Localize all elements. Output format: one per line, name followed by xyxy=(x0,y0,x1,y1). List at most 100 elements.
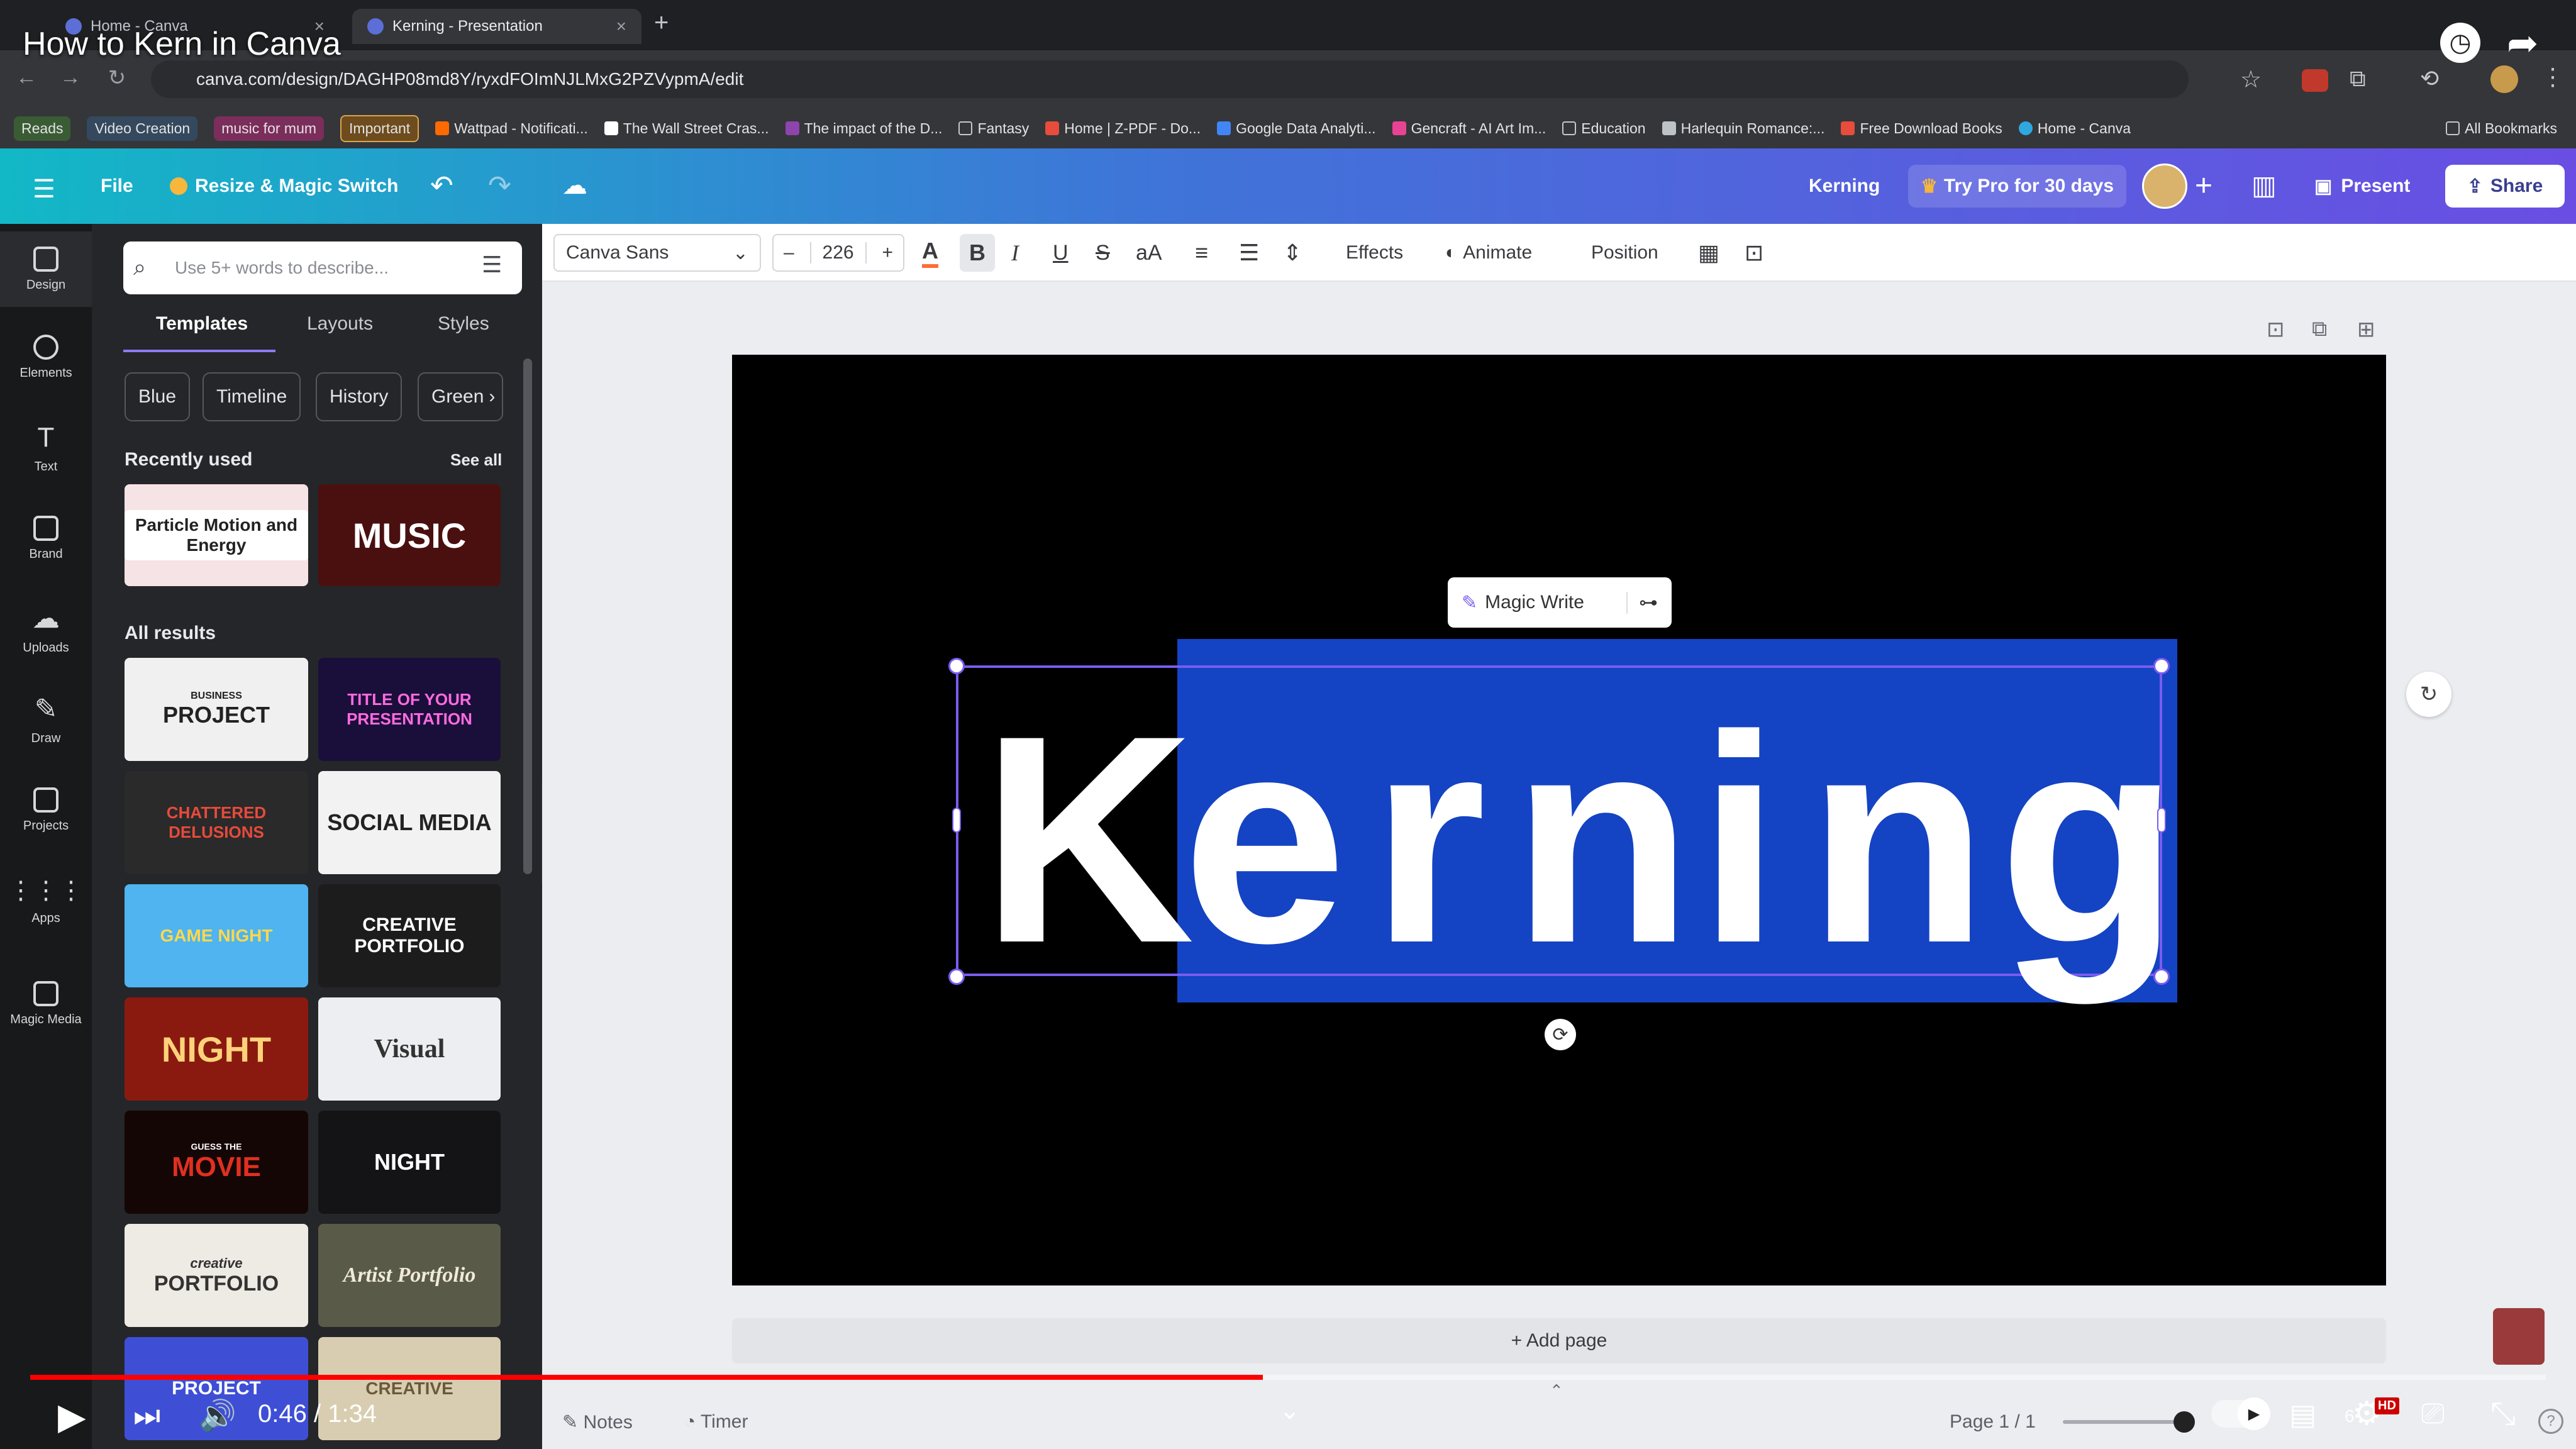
kerning-letter[interactable]: n xyxy=(1512,692,1692,987)
resize-handle[interactable] xyxy=(948,969,965,985)
tab-templates[interactable]: Templates xyxy=(156,313,248,335)
rail-item-elements[interactable]: Elements xyxy=(0,319,92,395)
bookmark-item[interactable]: The impact of the D... xyxy=(785,120,942,137)
effects-button[interactable]: Effects xyxy=(1346,234,1403,272)
bookmark-item[interactable]: The Wall Street Cras... xyxy=(604,120,769,137)
present-button[interactable]: ▣ Present xyxy=(2302,165,2423,208)
bookmark-item[interactable]: Free Download Books xyxy=(1841,120,2002,137)
hamburger-menu-icon[interactable]: ☰ xyxy=(33,175,55,204)
template-thumbnail[interactable]: GUESS THE MOVIE xyxy=(125,1111,308,1214)
redo-icon[interactable]: ↷ xyxy=(488,170,511,202)
volume-icon[interactable]: 🔊 xyxy=(199,1397,236,1433)
magic-write-popup[interactable]: ✎ Magic Write ⊶ xyxy=(1448,577,1672,628)
add-page-icon[interactable]: ⊞ xyxy=(2357,317,2375,342)
notes-button[interactable]: ✎ Notes xyxy=(562,1411,633,1433)
user-avatar[interactable] xyxy=(2142,164,2187,209)
zoom-slider-track[interactable] xyxy=(2063,1420,2189,1424)
template-thumbnail[interactable]: SOCIAL MEDIA xyxy=(318,771,501,874)
rail-item-uploads[interactable]: ☁ Uploads xyxy=(0,591,92,667)
reload-icon[interactable]: ↻ xyxy=(103,65,131,91)
play-icon[interactable]: ▶ xyxy=(58,1395,86,1438)
close-tab-icon[interactable]: × xyxy=(616,16,626,36)
bookmark-item[interactable]: Wattpad - Notificati... xyxy=(435,120,588,137)
template-thumbnail[interactable]: NIGHT xyxy=(318,1111,501,1214)
align-center-icon[interactable]: ≡ xyxy=(1195,234,1208,272)
resize-handle[interactable] xyxy=(948,658,965,674)
comment-refresh-icon[interactable]: ↻ xyxy=(2406,672,2451,717)
chip-timeline[interactable]: Timeline xyxy=(203,372,301,421)
kerning-letter[interactable]: K xyxy=(981,692,1194,987)
kerning-letter[interactable]: n xyxy=(1807,692,1988,987)
bold-icon[interactable]: B xyxy=(960,234,995,272)
rail-item-apps[interactable]: ⋮⋮⋮ Apps xyxy=(0,863,92,938)
kerning-letter[interactable]: e xyxy=(1182,692,1346,987)
bookmark-folder-important[interactable]: Important xyxy=(340,114,419,142)
bookmark-item[interactable]: Fantasy xyxy=(958,120,1029,137)
bookmark-folder-video-creation[interactable]: Video Creation xyxy=(87,116,198,141)
next-icon[interactable]: ⏭ xyxy=(133,1399,160,1434)
subtitles-icon[interactable]: ▤ xyxy=(2289,1397,2316,1431)
template-thumbnail[interactable]: creative PORTFOLIO xyxy=(125,1224,308,1327)
resize-handle[interactable] xyxy=(2153,969,2170,985)
extensions-icon[interactable]: ⧉ xyxy=(2350,65,2366,92)
browser-menu-icon[interactable]: ⋮ xyxy=(2541,63,2565,91)
kerning-letter[interactable]: r xyxy=(1371,692,1486,987)
kerning-letter[interactable]: i xyxy=(1698,692,1780,987)
template-thumbnail[interactable]: NIGHT xyxy=(125,997,308,1101)
add-page-button[interactable]: + Add page xyxy=(732,1318,2386,1363)
rail-item-brand[interactable]: Brand xyxy=(0,501,92,576)
template-thumbnail[interactable]: Visual xyxy=(318,997,501,1101)
history-icon[interactable]: ⟲ xyxy=(2420,65,2439,92)
template-thumbnail[interactable]: BUSINESS PROJECT xyxy=(125,658,308,761)
collapse-pages-icon[interactable]: ⌃ xyxy=(1550,1381,1563,1401)
share-video-icon[interactable]: ➦ xyxy=(2507,21,2538,65)
browser-tab-kerning[interactable]: Kerning - Presentation × xyxy=(352,9,641,44)
share-button[interactable]: ⇪ Share xyxy=(2445,165,2565,208)
resize-magic-switch-button[interactable]: Resize & Magic Switch xyxy=(157,165,411,208)
duplicate-page-icon[interactable]: ⧉ xyxy=(2312,317,2327,341)
font-size-value[interactable]: 226 xyxy=(809,242,867,264)
add-collaborator-icon[interactable]: + xyxy=(2195,169,2212,203)
bookmark-item[interactable]: Harlequin Romance:... xyxy=(1662,120,1824,137)
side-resize-handle[interactable] xyxy=(2157,808,2166,833)
adblock-icon[interactable] xyxy=(2302,69,2328,92)
autoplay-toggle[interactable]: ▶ xyxy=(2211,1397,2270,1430)
rail-item-draw[interactable]: ✎ Draw xyxy=(0,682,92,757)
cast-icon[interactable]: ⎚ xyxy=(2421,1396,2445,1431)
animate-button[interactable]: ◐ Animate xyxy=(1445,234,1532,272)
insights-chart-icon[interactable]: ▥ xyxy=(2251,170,2277,201)
italic-icon[interactable]: I xyxy=(1011,234,1019,272)
increase-size-button[interactable]: + xyxy=(882,242,893,264)
template-thumbnail[interactable]: MUSIC xyxy=(318,484,501,586)
bookmark-item[interactable]: Home | Z-PDF - Do... xyxy=(1045,120,1201,137)
list-icon[interactable]: ☰ xyxy=(1239,234,1259,272)
bookmark-item[interactable]: Home - Canva xyxy=(2018,120,2131,137)
font-size-stepper[interactable]: – 226 + xyxy=(772,234,904,272)
help-icon[interactable]: ? xyxy=(2538,1409,2563,1434)
url-field[interactable]: canva.com/design/DAGHP08md8Y/ryxdFOImNJL… xyxy=(151,60,2189,98)
bookmark-folder-music[interactable]: music for mum xyxy=(214,116,325,141)
template-thumbnail[interactable]: CREATIVE PORTFOLIO xyxy=(318,884,501,987)
template-thumbnail[interactable]: CHATTERED DELUSIONS xyxy=(125,771,308,874)
tab-layouts[interactable]: Layouts xyxy=(307,313,373,335)
fullscreen-exit-icon[interactable]: ⤡ xyxy=(2490,1395,2516,1432)
bookmark-item[interactable]: Google Data Analyti... xyxy=(1217,120,1376,137)
zoom-slider-thumb[interactable] xyxy=(2174,1411,2195,1433)
page-indicator[interactable]: Page 1 / 1 xyxy=(1950,1411,2036,1433)
template-thumbnail[interactable]: GAME NIGHT xyxy=(125,884,308,987)
file-menu-button[interactable]: File xyxy=(88,165,146,208)
profile-avatar[interactable] xyxy=(2490,65,2518,93)
resize-handle[interactable] xyxy=(2153,658,2170,674)
timer-button[interactable]: ◔ Timer xyxy=(684,1411,748,1433)
strikethrough-icon[interactable]: S xyxy=(1096,234,1110,272)
watch-later-icon[interactable]: ◷ xyxy=(2440,23,2480,63)
spacing-icon[interactable]: ⇕ xyxy=(1283,234,1302,272)
filter-icon[interactable]: ☰ xyxy=(482,252,502,278)
document-title[interactable]: Kerning xyxy=(1796,165,1892,208)
chip-blue[interactable]: Blue xyxy=(125,372,191,421)
tab-styles[interactable]: Styles xyxy=(438,313,489,335)
try-pro-button[interactable]: ♛ Try Pro for 30 days xyxy=(1908,165,2127,208)
all-bookmarks[interactable]: All Bookmarks xyxy=(2446,120,2557,137)
bookmark-item[interactable]: Gencraft - AI Art Im... xyxy=(1392,120,1546,137)
kerning-letter[interactable]: g xyxy=(1999,692,2179,987)
